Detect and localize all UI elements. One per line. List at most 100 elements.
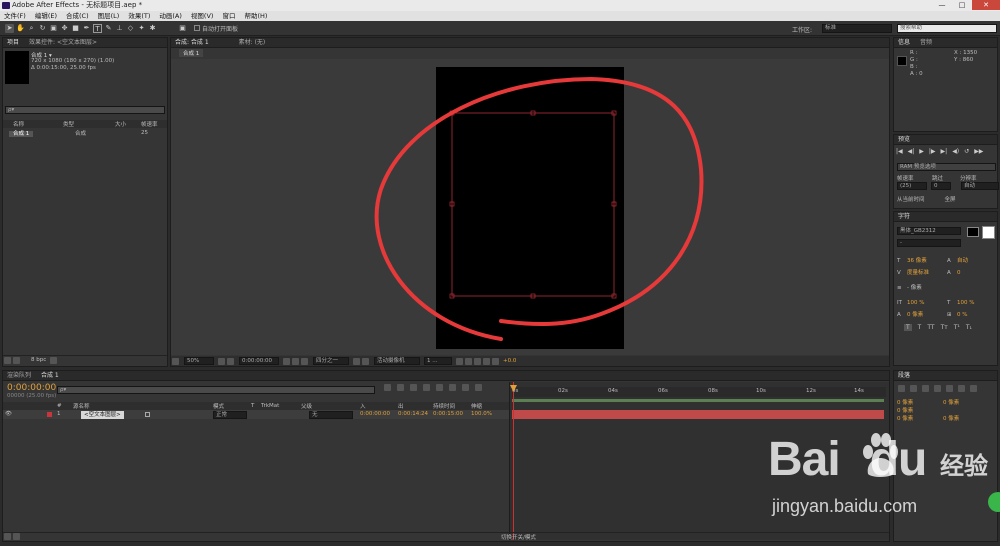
puppet-tool-icon[interactable]: ✱ [148,24,157,33]
type-tool-icon[interactable]: T [93,23,102,33]
comp-viewport[interactable] [171,59,889,355]
roto-tool-icon[interactable]: ✦ [137,24,146,33]
workspace-select[interactable]: 标准 [822,24,892,33]
zoom-select[interactable]: 50% [184,357,214,365]
menu-view[interactable]: 视图(V) [191,11,214,21]
layer-in-point[interactable]: 0:00:00:00 [360,410,390,419]
prev-frame-icon[interactable]: ◀| [908,148,915,155]
brainstorm-icon[interactable] [449,384,456,391]
new-comp-icon[interactable] [13,356,20,364]
timeline-layer-row[interactable]: 👁 1 <空文本图层> 正常 无 0:00:00:00 0:00:14:24 0… [3,410,509,419]
indent-first-value[interactable]: 0 像素 [897,407,943,415]
pan-behind-tool-icon[interactable]: ✥ [60,24,69,33]
tab-project[interactable]: 项目 [7,38,19,47]
fps-select[interactable]: (25) [897,182,927,190]
justify-all-icon[interactable] [970,385,977,392]
menu-layer[interactable]: 图层(L) [98,11,120,21]
camera-tool-icon[interactable]: ▣ [49,24,58,33]
hand-tool-icon[interactable]: ✋ [16,24,25,33]
col-type[interactable]: 类型 [63,120,115,128]
camera-select[interactable]: 活动摄像机 [374,357,420,365]
help-search-input[interactable]: 搜索帮助 [897,24,997,33]
faux-italic-button[interactable]: T [918,324,922,331]
pen-tool-icon[interactable]: ✒ [82,24,91,33]
selection-tool-icon[interactable]: ➤ [5,23,14,33]
safe-margins-icon[interactable] [218,357,225,365]
col-in[interactable]: 入 [360,402,366,410]
grid-icon[interactable] [227,357,234,365]
justify-left-icon[interactable] [934,385,941,392]
menu-animation[interactable]: 动画(A) [159,11,182,21]
font-style-select[interactable]: - [897,239,961,247]
indent-right-value[interactable]: 0 像素 [943,399,959,407]
superscript-button[interactable]: T¹ [954,324,960,331]
small-caps-button[interactable]: Tт [941,324,948,331]
font-size-value[interactable]: 36 像素 [907,255,947,267]
justify-right-icon[interactable] [958,385,965,392]
checkbox-icon[interactable] [194,25,200,31]
baseline-value[interactable]: 0 像素 [907,309,947,321]
tab-timeline-comp[interactable]: 合成 1 [41,371,59,380]
tab-character[interactable]: 字符 [898,212,910,221]
time-ruler[interactable]: 0s 02s 04s 06s 08s 10s 12s 14s [512,387,886,397]
res-select[interactable]: 自动 [961,182,999,190]
menu-window[interactable]: 窗口 [222,11,235,21]
transfer-controls-icon[interactable] [13,533,20,540]
zoom-tool-icon[interactable]: ⌕ [27,24,36,33]
space-before-value[interactable]: 0 像素 [897,415,943,423]
indent-left-value[interactable]: 0 像素 [897,399,943,407]
timeline-search-input[interactable]: ρ▾ [57,386,375,394]
tab-paragraph[interactable]: 段落 [898,371,910,380]
draft-3d-icon[interactable] [397,384,404,391]
clone-tool-icon[interactable]: ⊥ [115,24,124,33]
flowchart-icon[interactable] [483,357,490,365]
folder-icon[interactable] [4,356,11,364]
skip-field[interactable]: 0 [931,182,951,190]
ram-preview-icon[interactable]: ▶▶ [974,148,983,155]
col-out[interactable]: 出 [398,402,404,410]
bpc-label[interactable]: 8 bpc [31,357,46,363]
snapshot-icon[interactable] [283,357,290,365]
vscale-value[interactable]: 100 % [907,297,947,309]
auto-open-toggle[interactable]: 自动打开面板 [194,24,238,33]
loop-icon[interactable]: ↺ [964,148,969,155]
exposure-value[interactable]: +0.0 [503,358,516,364]
maximize-button[interactable]: □ [952,0,972,10]
hide-shy-icon[interactable] [410,384,417,391]
hscale-value[interactable]: 100 % [957,297,974,309]
tab-render-queue[interactable]: 渲染队列 [7,371,31,380]
show-snapshot-icon[interactable] [292,357,299,365]
comp-subtab[interactable]: 合成 1 [179,49,204,57]
blend-mode-select[interactable]: 正常 [213,411,247,419]
align-left-icon[interactable] [898,385,905,392]
project-item-row[interactable]: 合成 1 合成 25 [3,129,167,137]
timeline-icon[interactable] [474,357,481,365]
last-frame-icon[interactable]: ▶| [941,148,948,155]
work-area-bar[interactable] [512,399,884,402]
graph-editor-icon[interactable] [475,384,482,391]
comp-mini-flowchart-icon[interactable] [384,384,391,391]
views-select[interactable]: 1 ... [424,357,452,365]
layer-switch-icon[interactable] [145,412,150,417]
next-frame-icon[interactable]: |▶ [929,148,936,155]
trash-icon[interactable] [50,356,58,364]
faux-bold-button[interactable]: T [904,324,912,331]
project-search-input[interactable]: ρ▾ [5,106,165,114]
timeline-current-time[interactable]: 0:00:00:00 [7,383,56,393]
col-name[interactable]: 名称 [3,120,63,128]
menu-composition[interactable]: 合成(C) [66,11,89,21]
frame-blend-icon[interactable] [423,384,430,391]
layer-stretch[interactable]: 100.0% [471,410,492,419]
transparency-grid-icon[interactable] [362,357,369,365]
all-caps-button[interactable]: TT [927,324,934,331]
menu-effect[interactable]: 效果(T) [128,11,150,21]
tab-preview[interactable]: 预览 [898,135,910,144]
eraser-tool-icon[interactable]: ◇ [126,24,135,33]
kerning-value[interactable]: 度量标准 [907,267,947,279]
play-icon[interactable]: ▶ [919,148,924,155]
tab-composition[interactable]: 合成: 合成 1 [175,38,209,47]
layer-name[interactable]: <空文本图层> [81,410,124,419]
menu-file[interactable]: 文件(F) [4,11,26,21]
leading-value[interactable]: 自动 [957,255,968,267]
current-time-indicator[interactable] [513,382,514,540]
